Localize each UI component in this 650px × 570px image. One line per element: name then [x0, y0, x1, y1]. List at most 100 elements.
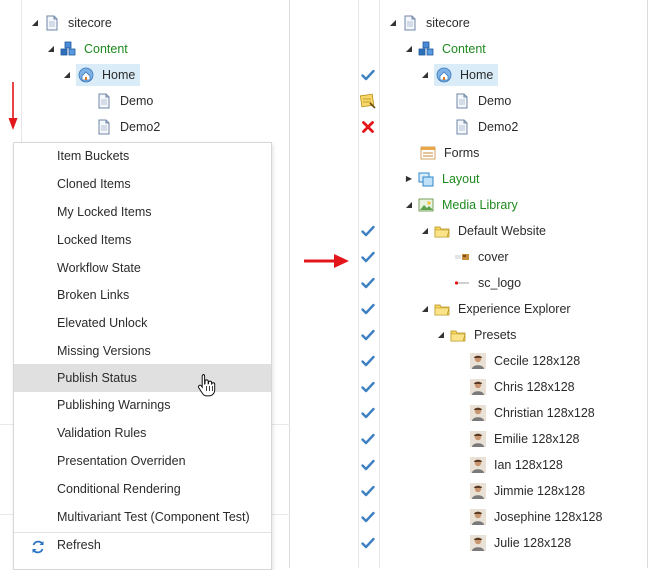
tree-node-chris[interactable]: Chris 128x128 — [470, 376, 578, 398]
tree-node-home[interactable]: ◢ Home — [62, 64, 141, 86]
node-label: Content — [442, 42, 486, 56]
panel-edge — [647, 0, 648, 568]
node-label: Default Website — [458, 224, 547, 238]
collapse-arrow-icon[interactable]: ◢ — [388, 12, 398, 34]
menu-item-presentation-overriden[interactable]: Presentation Overriden — [14, 448, 271, 475]
tree-node-experience-explorer[interactable]: ◢ Experience Explorer — [420, 298, 574, 320]
node-label: Emilie 128x128 — [494, 432, 580, 446]
node-label: Home — [102, 68, 136, 82]
gutter-divider — [379, 0, 380, 568]
tree-node-media-library[interactable]: ◢ Media Library — [404, 194, 521, 216]
node-label: Josephine 128x128 — [494, 510, 603, 524]
tree-node-sitecore[interactable]: ◢ sitecore — [388, 12, 473, 34]
collapse-arrow-icon[interactable]: ◢ — [420, 298, 430, 320]
tree-node-content[interactable]: ◢ Content — [46, 38, 131, 60]
row-divider — [270, 424, 290, 425]
node-label: Forms — [444, 146, 480, 160]
expand-arrow-icon[interactable]: ▶ — [404, 168, 414, 190]
person-photo-icon — [470, 431, 486, 447]
collapse-arrow-icon[interactable]: ◢ — [420, 64, 430, 86]
image-thumbnail-icon — [454, 249, 470, 265]
tree-node-demo2[interactable]: Demo2 — [454, 116, 521, 138]
published-check-icon — [360, 249, 376, 265]
page-icon — [96, 93, 112, 109]
tree-node-sc-logo[interactable]: sc_logo — [454, 272, 524, 294]
collapse-arrow-icon[interactable]: ◢ — [46, 38, 56, 60]
tree-node-default-website[interactable]: ◢ Default Website — [420, 220, 549, 242]
folder-icon — [434, 301, 450, 317]
content-cubes-icon — [60, 41, 76, 57]
node-label: Demo2 — [120, 120, 161, 134]
tree-node-ian[interactable]: Ian 128x128 — [470, 454, 566, 476]
person-photo-icon — [470, 457, 486, 473]
node-label: Experience Explorer — [458, 302, 571, 316]
published-check-icon — [360, 405, 376, 421]
menu-item-my-locked-items[interactable]: My Locked Items — [14, 199, 271, 226]
menu-item-multivariant-test[interactable]: Multivariant Test (Component Test) — [14, 504, 271, 531]
tree-node-home[interactable]: ◢ Home — [420, 64, 499, 86]
menu-item-publishing-warnings[interactable]: Publishing Warnings — [14, 392, 271, 419]
tree-node-demo2[interactable]: Demo2 — [96, 116, 163, 138]
menu-item-validation-rules[interactable]: Validation Rules — [14, 420, 271, 447]
home-icon — [436, 67, 452, 83]
right-content-tree: ◢ sitecore ◢ Content ◢ Home Demo Demo2 F… — [358, 0, 648, 568]
forms-icon — [420, 145, 436, 161]
tree-node-cecile[interactable]: Cecile 128x128 — [470, 350, 583, 372]
tree-node-forms[interactable]: Forms — [420, 142, 482, 164]
tree-node-jimmie[interactable]: Jimmie 128x128 — [470, 480, 588, 502]
published-check-icon — [360, 483, 376, 499]
tree-node-julie[interactable]: Julie 128x128 — [470, 532, 574, 554]
tree-node-layout[interactable]: ▶ Layout — [404, 168, 483, 190]
menu-item-missing-versions[interactable]: Missing Versions — [14, 338, 271, 365]
menu-item-conditional-rendering[interactable]: Conditional Rendering — [14, 476, 271, 503]
collapse-arrow-icon[interactable]: ◢ — [62, 64, 72, 86]
menu-item-refresh[interactable]: Refresh — [14, 532, 271, 559]
tree-node-emilie[interactable]: Emilie 128x128 — [470, 428, 582, 450]
published-check-icon — [360, 67, 376, 83]
collapse-arrow-icon[interactable]: ◢ — [404, 194, 414, 216]
layout-icon — [418, 171, 434, 187]
tree-node-josephine[interactable]: Josephine 128x128 — [470, 506, 605, 528]
tree-node-content[interactable]: ◢ Content — [404, 38, 489, 60]
tree-node-christian[interactable]: Christian 128x128 — [470, 402, 598, 424]
selected-highlight: Home — [434, 64, 499, 86]
row-divider — [270, 514, 290, 515]
page-icon — [44, 15, 60, 31]
person-photo-icon — [470, 509, 486, 525]
collapse-arrow-icon[interactable]: ◢ — [404, 38, 414, 60]
node-label: Jimmie 128x128 — [494, 484, 586, 498]
tree-node-sitecore[interactable]: ◢ sitecore — [30, 12, 115, 34]
collapse-arrow-icon[interactable]: ◢ — [420, 220, 430, 242]
menu-item-publish-status[interactable]: Publish Status — [14, 364, 271, 392]
row-divider — [0, 514, 13, 515]
published-check-icon — [360, 379, 376, 395]
node-label: sitecore — [68, 16, 112, 30]
right-arrow-icon — [304, 254, 349, 268]
menu-item-elevated-unlock[interactable]: Elevated Unlock — [14, 310, 271, 337]
node-label: Content — [84, 42, 128, 56]
node-label: Media Library — [442, 198, 518, 212]
node-label: Chris 128x128 — [494, 380, 575, 394]
publishing-warning-icon — [360, 93, 376, 109]
tree-node-presets[interactable]: ◢ Presets — [436, 324, 519, 346]
tree-node-cover[interactable]: cover — [454, 246, 512, 268]
person-photo-icon — [470, 379, 486, 395]
logo-thumbnail-icon — [454, 275, 470, 291]
menu-item-locked-items[interactable]: Locked Items — [14, 227, 271, 254]
node-label: Demo — [478, 94, 512, 108]
node-label: cover — [478, 250, 509, 264]
menu-item-cloned-items[interactable]: Cloned Items — [14, 171, 271, 198]
node-label: Cecile 128x128 — [494, 354, 581, 368]
node-label: sc_logo — [478, 276, 522, 290]
page-icon — [454, 119, 470, 135]
menu-item-item-buckets[interactable]: Item Buckets — [14, 143, 271, 170]
collapse-arrow-icon[interactable]: ◢ — [30, 12, 40, 34]
menu-item-broken-links[interactable]: Broken Links — [14, 282, 271, 309]
node-label: Presets — [474, 328, 517, 342]
node-label: Home — [460, 68, 494, 82]
menu-item-workflow-state[interactable]: Workflow State — [14, 255, 271, 282]
tree-node-demo[interactable]: Demo — [454, 90, 514, 112]
collapse-arrow-icon[interactable]: ◢ — [436, 324, 446, 346]
tree-node-demo[interactable]: Demo — [96, 90, 156, 112]
node-label: Julie 128x128 — [494, 536, 572, 550]
